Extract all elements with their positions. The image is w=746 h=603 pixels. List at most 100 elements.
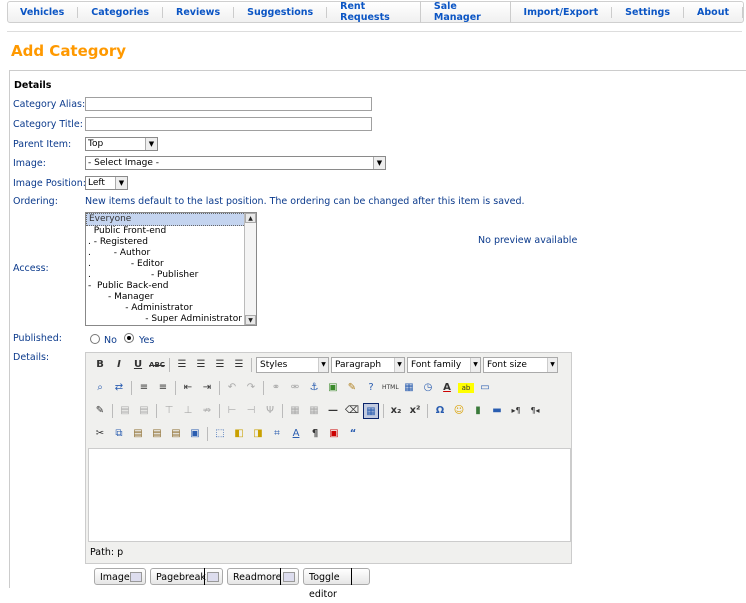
fullscreen-icon[interactable]: ▭ — [477, 380, 493, 396]
access-option[interactable]: - Manager — [86, 292, 256, 303]
access-option[interactable]: . - Publisher — [86, 270, 256, 281]
underline-icon[interactable]: U — [130, 357, 146, 373]
menu-item-categories[interactable]: Categories — [78, 6, 164, 18]
indent-icon[interactable]: ⇥ — [199, 380, 215, 396]
menu-item-settings[interactable]: Settings — [612, 6, 685, 18]
move-backward-icon[interactable]: ◨ — [250, 426, 266, 442]
visual-aid-icon[interactable]: ▦ — [363, 403, 379, 419]
menu-item-about[interactable]: About — [684, 6, 743, 18]
paragraph-icon[interactable]: ¶ — [307, 426, 323, 442]
cleanup-icon[interactable]: ✎ — [344, 380, 360, 396]
access-option[interactable]: Everyone — [86, 213, 256, 226]
strikethrough-icon[interactable]: ABC — [149, 357, 165, 373]
media-icon[interactable]: ▮ — [470, 403, 486, 419]
image-icon[interactable]: ▣ — [325, 380, 341, 396]
image-select[interactable]: - Select Image - ▼ — [85, 156, 386, 170]
align-left-icon[interactable]: ☰ — [174, 357, 190, 373]
paste-text-icon[interactable]: ▤ — [149, 426, 165, 442]
pagebreak-button[interactable]: Pagebreak — [150, 568, 223, 585]
special-char-icon[interactable]: Ω — [432, 403, 448, 419]
editor-content-area[interactable] — [88, 448, 571, 542]
scroll-down-icon[interactable]: ▼ — [245, 315, 256, 325]
eraser-icon[interactable]: ⌫ — [344, 403, 360, 419]
link-icon[interactable]: ⚭ — [268, 380, 284, 396]
redo-icon[interactable]: ↷ — [243, 380, 259, 396]
insert-image-button[interactable]: Image — [94, 568, 146, 585]
parent-item-select[interactable]: Top ▼ — [85, 137, 158, 151]
rtl-icon[interactable]: ¶◂ — [527, 403, 543, 419]
access-listbox[interactable]: Everyone Public Front-end. - Registered.… — [85, 212, 257, 326]
menu-item-import-export[interactable]: Import/Export — [511, 6, 613, 18]
horizontal-rule-icon[interactable]: — — [325, 403, 341, 419]
anchor-icon[interactable]: ⚓ — [306, 380, 322, 396]
col-before-icon[interactable]: ⊢ — [224, 403, 240, 419]
cut-icon[interactable]: ✂ — [92, 426, 108, 442]
table-props-icon[interactable]: ▤ — [136, 403, 152, 419]
style-props-icon[interactable]: A — [288, 426, 304, 442]
delete-row-icon[interactable]: ⇏ — [199, 403, 215, 419]
help-icon[interactable]: ? — [363, 380, 379, 396]
page-break-icon[interactable]: ▬ — [489, 403, 505, 419]
published-no-radio[interactable] — [90, 334, 100, 344]
access-option[interactable]: . - Editor — [86, 259, 256, 270]
copy-icon[interactable]: ⧉ — [111, 426, 127, 442]
bullet-list-icon[interactable]: ≡ — [136, 380, 152, 396]
published-yes-radio[interactable] — [124, 333, 134, 343]
access-option[interactable]: - Public Back-end — [86, 281, 256, 292]
access-option[interactable]: . - Author — [86, 248, 256, 259]
text-color-icon[interactable]: A — [439, 380, 455, 396]
edit-icon[interactable]: ✎ — [92, 403, 108, 419]
align-right-icon[interactable]: ☰ — [212, 357, 228, 373]
move-forward-icon[interactable]: ◧ — [231, 426, 247, 442]
col-after-icon[interactable]: ⊣ — [243, 403, 259, 419]
subscript-icon[interactable]: x₂ — [388, 403, 404, 419]
menu-item-reviews[interactable]: Reviews — [163, 6, 235, 18]
scroll-up-icon[interactable]: ▲ — [245, 213, 256, 223]
delete-col-icon[interactable]: Ψ — [262, 403, 278, 419]
bold-icon[interactable]: B — [92, 357, 108, 373]
layer-icon[interactable]: ⬚ — [212, 426, 228, 442]
access-option[interactable]: - Administrator — [86, 303, 256, 314]
split-cells-icon[interactable]: ▦ — [306, 403, 322, 419]
menu-item-suggestions[interactable]: Suggestions — [234, 6, 328, 18]
menu-item-sale-manager[interactable]: Sale Manager — [421, 1, 511, 23]
italic-icon[interactable]: I — [111, 357, 127, 373]
access-option[interactable]: . - Registered — [86, 237, 256, 248]
format-dropdown[interactable]: Paragraph ▼ — [331, 357, 405, 373]
category-title-input[interactable] — [85, 117, 372, 131]
menu-item-vehicles[interactable]: Vehicles — [8, 6, 79, 18]
select-all-icon[interactable]: ▣ — [187, 426, 203, 442]
absolute-icon[interactable]: ⌗ — [269, 426, 285, 442]
access-option[interactable]: - Super Administrator — [86, 314, 256, 325]
align-center-icon[interactable]: ☰ — [193, 357, 209, 373]
numbered-list-icon[interactable]: ≡ — [155, 380, 171, 396]
menu-item-rent-requests[interactable]: Rent Requests — [327, 1, 421, 23]
category-alias-input[interactable] — [85, 97, 372, 111]
html-icon[interactable]: HTML — [382, 380, 399, 396]
blockquote-icon[interactable]: “ — [345, 426, 361, 442]
paste-word-icon[interactable]: ▤ — [168, 426, 184, 442]
toggle-editor-button[interactable]: Toggle editor — [303, 568, 370, 600]
row-before-icon[interactable]: ⊤ — [161, 403, 177, 419]
readmore-button[interactable]: Readmore — [227, 568, 299, 585]
undo-icon[interactable]: ↶ — [224, 380, 240, 396]
image-position-select[interactable]: Left ▼ — [85, 176, 128, 190]
font-size-dropdown[interactable]: Font size ▼ — [483, 357, 558, 373]
ltr-icon[interactable]: ▸¶ — [508, 403, 524, 419]
table-icon[interactable]: ▤ — [117, 403, 133, 419]
highlight-color-icon[interactable]: ab — [458, 383, 474, 393]
merge-cells-icon[interactable]: ▦ — [287, 403, 303, 419]
font-family-dropdown[interactable]: Font family ▼ — [407, 357, 481, 373]
styles-dropdown[interactable]: Styles ▼ — [256, 357, 329, 373]
superscript-icon[interactable]: x² — [407, 403, 423, 419]
row-after-icon[interactable]: ⊥ — [180, 403, 196, 419]
unlink-icon[interactable]: ⚮ — [287, 380, 303, 396]
scrollbar[interactable]: ▲ ▼ — [244, 213, 256, 325]
access-option[interactable]: Public Front-end — [86, 226, 256, 237]
align-justify-icon[interactable]: ☰ — [231, 357, 247, 373]
insert-time-icon[interactable]: ◷ — [420, 380, 436, 396]
emoticon-icon[interactable]: ☺ — [451, 403, 467, 419]
paste-icon[interactable]: ▤ — [130, 426, 146, 442]
outdent-icon[interactable]: ⇤ — [180, 380, 196, 396]
find-icon[interactable]: ⌕ — [92, 380, 108, 396]
